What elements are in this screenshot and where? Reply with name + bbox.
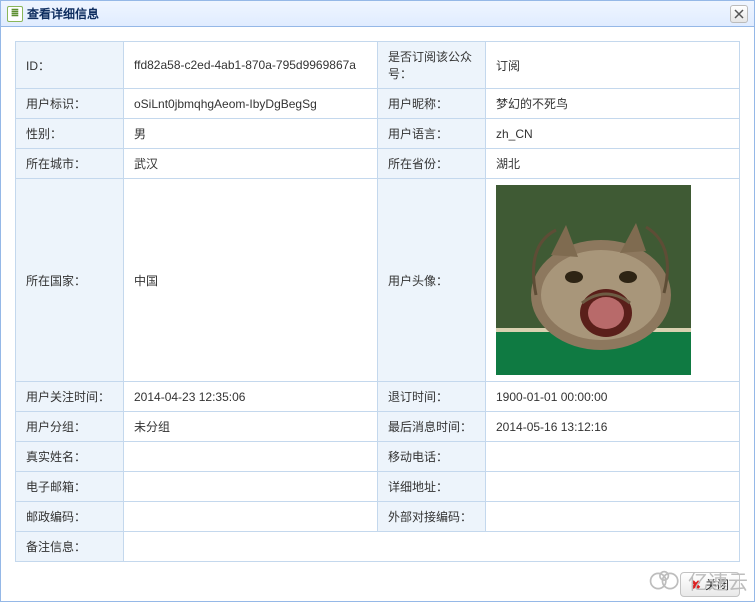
label-nickname: 用户昵称： bbox=[378, 89, 486, 119]
value-unsubtime: 1900-01-01 00:00:00 bbox=[486, 382, 740, 412]
label-city: 所在城市： bbox=[16, 149, 124, 179]
label-mobile: 移动电话： bbox=[378, 442, 486, 472]
label-extcode: 外部对接编码： bbox=[378, 502, 486, 532]
table-row: 性别： 男 用户语言： zh_CN bbox=[16, 119, 740, 149]
label-avatar: 用户头像： bbox=[378, 179, 486, 382]
value-email bbox=[124, 472, 378, 502]
table-row: 真实姓名： 移动电话： bbox=[16, 442, 740, 472]
label-province: 所在省份： bbox=[378, 149, 486, 179]
label-realname: 真实姓名： bbox=[16, 442, 124, 472]
value-country: 中国 bbox=[124, 179, 378, 382]
value-group: 未分组 bbox=[124, 412, 378, 442]
label-followtime: 用户关注时间： bbox=[16, 382, 124, 412]
label-remark: 备注信息： bbox=[16, 532, 124, 562]
label-unsubtime: 退订时间： bbox=[378, 382, 486, 412]
value-followtime: 2014-04-23 12:35:06 bbox=[124, 382, 378, 412]
close-button-label: 关闭 bbox=[705, 576, 729, 593]
value-lang: zh_CN bbox=[486, 119, 740, 149]
table-row: 用户标识： oSiLnt0jbmqhgAeom-IbyDgBegSg 用户昵称：… bbox=[16, 89, 740, 119]
value-realname bbox=[124, 442, 378, 472]
value-remark bbox=[124, 532, 740, 562]
table-row: 用户关注时间： 2014-04-23 12:35:06 退订时间： 1900-0… bbox=[16, 382, 740, 412]
label-address: 详细地址： bbox=[378, 472, 486, 502]
value-subscribed: 订阅 bbox=[486, 42, 740, 89]
label-id: ID： bbox=[16, 42, 124, 89]
value-avatar bbox=[486, 179, 740, 382]
label-lang: 用户语言： bbox=[378, 119, 486, 149]
detail-table: ID： ffd82a58-c2ed-4ab1-870a-795d9969867a… bbox=[15, 41, 740, 562]
label-group: 用户分组： bbox=[16, 412, 124, 442]
close-icon[interactable] bbox=[730, 5, 748, 23]
value-mobile bbox=[486, 442, 740, 472]
value-province: 湖北 bbox=[486, 149, 740, 179]
table-row: 备注信息： bbox=[16, 532, 740, 562]
label-lastmsg: 最后消息时间： bbox=[378, 412, 486, 442]
label-gender: 性别： bbox=[16, 119, 124, 149]
dialog: ≣ 查看详细信息 ID： ffd82a58-c2ed-4ab1-870a-795… bbox=[0, 0, 755, 602]
value-city: 武汉 bbox=[124, 149, 378, 179]
x-icon: ✖ bbox=[691, 578, 701, 592]
value-nickname: 梦幻的不死鸟 bbox=[486, 89, 740, 119]
dialog-title: 查看详细信息 bbox=[27, 5, 730, 22]
label-postcode: 邮政编码： bbox=[16, 502, 124, 532]
close-button[interactable]: ✖ 关闭 bbox=[680, 572, 740, 597]
title-bar: ≣ 查看详细信息 bbox=[1, 1, 754, 27]
value-id: ffd82a58-c2ed-4ab1-870a-795d9969867a bbox=[124, 42, 378, 89]
table-row: 邮政编码： 外部对接编码： bbox=[16, 502, 740, 532]
value-lastmsg: 2014-05-16 13:12:16 bbox=[486, 412, 740, 442]
table-row: 用户分组： 未分组 最后消息时间： 2014-05-16 13:12:16 bbox=[16, 412, 740, 442]
value-extcode bbox=[486, 502, 740, 532]
button-row: ✖ 关闭 bbox=[15, 572, 740, 597]
table-row: 电子邮箱： 详细地址： bbox=[16, 472, 740, 502]
table-row: 所在城市： 武汉 所在省份： 湖北 bbox=[16, 149, 740, 179]
detail-icon: ≣ bbox=[7, 6, 23, 22]
table-row: ID： ffd82a58-c2ed-4ab1-870a-795d9969867a… bbox=[16, 42, 740, 89]
value-postcode bbox=[124, 502, 378, 532]
dialog-body: ID： ffd82a58-c2ed-4ab1-870a-795d9969867a… bbox=[1, 27, 754, 601]
avatar-image bbox=[496, 185, 691, 375]
label-subscribed: 是否订阅该公众号： bbox=[378, 42, 486, 89]
label-userident: 用户标识： bbox=[16, 89, 124, 119]
value-gender: 男 bbox=[124, 119, 378, 149]
label-email: 电子邮箱： bbox=[16, 472, 124, 502]
label-country: 所在国家： bbox=[16, 179, 124, 382]
value-address bbox=[486, 472, 740, 502]
value-userident: oSiLnt0jbmqhgAeom-IbyDgBegSg bbox=[124, 89, 378, 119]
table-row: 所在国家： 中国 用户头像： bbox=[16, 179, 740, 382]
